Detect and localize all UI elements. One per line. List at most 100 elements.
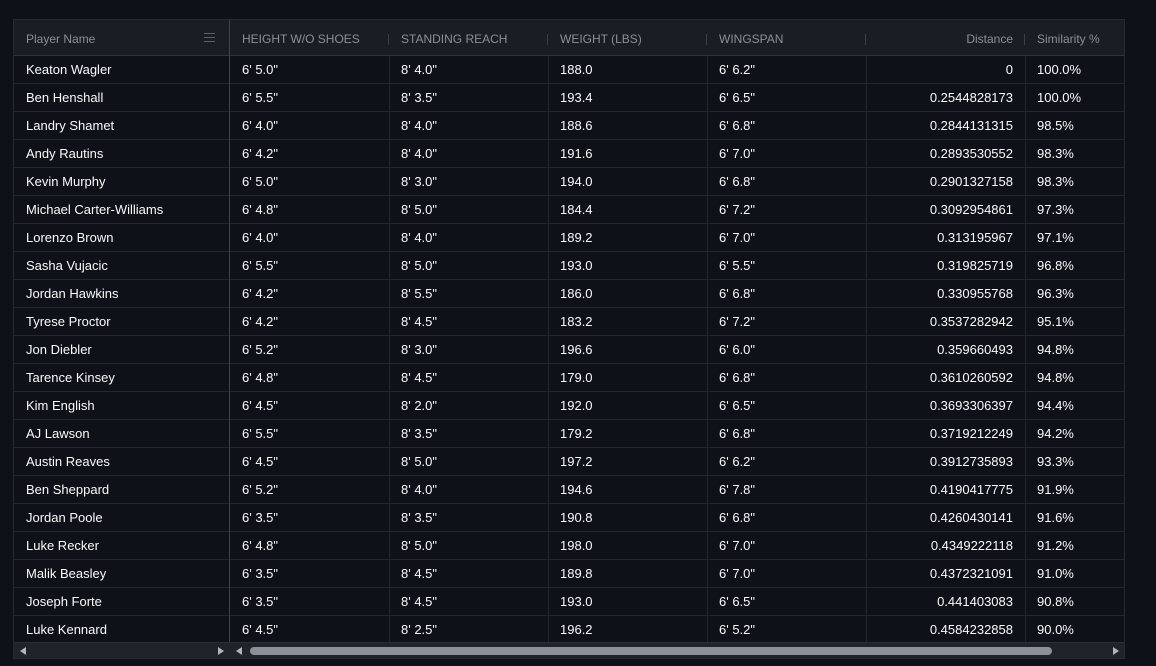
cell-height[interactable]: 6' 4.2"	[230, 280, 389, 307]
menu-icon[interactable]	[204, 33, 215, 43]
cell-weight[interactable]: 197.2	[548, 448, 707, 475]
cell-height[interactable]: 6' 4.2"	[230, 140, 389, 167]
cell-height[interactable]: 6' 4.8"	[230, 196, 389, 223]
cell-similarity[interactable]: 91.6%	[1025, 504, 1124, 531]
cell-wingspan[interactable]: 6' 7.0"	[707, 560, 866, 587]
cell-reach[interactable]: 8' 4.5"	[389, 560, 548, 587]
cell-name[interactable]: Luke Kennard	[14, 616, 229, 643]
cell-similarity[interactable]: 100.0%	[1025, 84, 1124, 111]
cell-weight[interactable]: 179.2	[548, 420, 707, 447]
cell-wingspan[interactable]: 6' 6.8"	[707, 504, 866, 531]
table-row[interactable]: Jon Diebler 6' 5.2" 8' 3.0" 196.6 6' 6.0" 0.3…	[14, 336, 1124, 364]
cell-reach[interactable]: 8' 3.0"	[389, 336, 548, 363]
cell-reach[interactable]: 8' 4.0"	[389, 224, 548, 251]
cell-height[interactable]: 6' 5.0"	[230, 168, 389, 195]
table-row[interactable]: Jordan Hawkins 6' 4.2" 8' 5.5" 186.0 6' 6.8"…	[14, 280, 1124, 308]
cell-similarity[interactable]: 91.0%	[1025, 560, 1124, 587]
cell-reach[interactable]: 8' 3.0"	[389, 168, 548, 195]
cell-wingspan[interactable]: 6' 6.5"	[707, 392, 866, 419]
cell-height[interactable]: 6' 4.0"	[230, 224, 389, 251]
cell-distance[interactable]: 0	[866, 56, 1025, 83]
cell-weight[interactable]: 193.0	[548, 588, 707, 615]
table-row[interactable]: AJ Lawson 6' 5.5" 8' 3.5" 179.2 6' 6.8" 0.371…	[14, 420, 1124, 448]
cell-height[interactable]: 6' 4.8"	[230, 364, 389, 391]
cell-wingspan[interactable]: 6' 6.0"	[707, 336, 866, 363]
cell-weight[interactable]: 183.2	[548, 308, 707, 335]
cell-distance[interactable]: 0.4372321091	[866, 560, 1025, 587]
cell-wingspan[interactable]: 6' 6.8"	[707, 112, 866, 139]
table-row[interactable]: Keaton Wagler 6' 5.0" 8' 4.0" 188.0 6' 6.2" 0…	[14, 56, 1124, 84]
cell-name[interactable]: Luke Recker	[14, 532, 229, 559]
cell-similarity[interactable]: 90.8%	[1025, 588, 1124, 615]
cell-name[interactable]: Ben Sheppard	[14, 476, 229, 503]
cell-similarity[interactable]: 95.1%	[1025, 308, 1124, 335]
column-header-distance[interactable]: Distance	[866, 20, 1025, 56]
cell-name[interactable]: Keaton Wagler	[14, 56, 229, 83]
cell-reach[interactable]: 8' 4.0"	[389, 56, 548, 83]
cell-name[interactable]: Ben Henshall	[14, 84, 229, 111]
column-header-reach[interactable]: STANDING REACH	[389, 20, 548, 56]
table-row[interactable]: Luke Recker 6' 4.8" 8' 5.0" 198.0 6' 7.0" 0.4…	[14, 532, 1124, 560]
cell-weight[interactable]: 188.6	[548, 112, 707, 139]
cell-name[interactable]: Lorenzo Brown	[14, 224, 229, 251]
cell-wingspan[interactable]: 6' 6.2"	[707, 448, 866, 475]
cell-similarity[interactable]: 91.2%	[1025, 532, 1124, 559]
cell-weight[interactable]: 192.0	[548, 392, 707, 419]
cell-distance[interactable]: 0.3610260592	[866, 364, 1025, 391]
cell-reach[interactable]: 8' 5.0"	[389, 448, 548, 475]
cell-wingspan[interactable]: 6' 6.5"	[707, 84, 866, 111]
cell-height[interactable]: 6' 5.2"	[230, 476, 389, 503]
cell-distance[interactable]: 0.441403083	[866, 588, 1025, 615]
cell-distance[interactable]: 0.2844131315	[866, 112, 1025, 139]
cell-weight[interactable]: 194.6	[548, 476, 707, 503]
column-header-weight[interactable]: WEIGHT (LBS)	[548, 20, 707, 56]
cell-name[interactable]: Landry Shamet	[14, 112, 229, 139]
cell-height[interactable]: 6' 4.5"	[230, 616, 389, 643]
cell-weight[interactable]: 196.6	[548, 336, 707, 363]
cell-distance[interactable]: 0.4260430141	[866, 504, 1025, 531]
table-row[interactable]: Kevin Murphy 6' 5.0" 8' 3.0" 194.0 6' 6.8" 0.…	[14, 168, 1124, 196]
cell-name[interactable]: Andy Rautins	[14, 140, 229, 167]
cell-similarity[interactable]: 94.2%	[1025, 420, 1124, 447]
cell-height[interactable]: 6' 5.5"	[230, 252, 389, 279]
cell-name[interactable]: Malik Beasley	[14, 560, 229, 587]
cell-distance[interactable]: 0.313195967	[866, 224, 1025, 251]
cell-reach[interactable]: 8' 4.0"	[389, 476, 548, 503]
cell-wingspan[interactable]: 6' 7.0"	[707, 532, 866, 559]
table-row[interactable]: Austin Reaves 6' 4.5" 8' 5.0" 197.2 6' 6.2" 0…	[14, 448, 1124, 476]
cell-reach[interactable]: 8' 3.5"	[389, 420, 548, 447]
cell-similarity[interactable]: 97.3%	[1025, 196, 1124, 223]
cell-wingspan[interactable]: 6' 7.0"	[707, 224, 866, 251]
cell-weight[interactable]: 198.0	[548, 532, 707, 559]
cell-similarity[interactable]: 98.5%	[1025, 112, 1124, 139]
cell-height[interactable]: 6' 4.0"	[230, 112, 389, 139]
cell-weight[interactable]: 196.2	[548, 616, 707, 643]
cell-height[interactable]: 6' 4.2"	[230, 308, 389, 335]
horizontal-scrollbar[interactable]	[14, 642, 1124, 658]
cell-distance[interactable]: 0.3912735893	[866, 448, 1025, 475]
cell-name[interactable]: Tarence Kinsey	[14, 364, 229, 391]
cell-distance[interactable]: 0.4190417775	[866, 476, 1025, 503]
cell-similarity[interactable]: 96.3%	[1025, 280, 1124, 307]
cell-reach[interactable]: 8' 4.5"	[389, 364, 548, 391]
cell-similarity[interactable]: 98.3%	[1025, 168, 1124, 195]
cell-weight[interactable]: 189.8	[548, 560, 707, 587]
table-row[interactable]: Tyrese Proctor 6' 4.2" 8' 4.5" 183.2 6' 7.2"…	[14, 308, 1124, 336]
table-row[interactable]: Sasha Vujacic 6' 5.5" 8' 5.0" 193.0 6' 5.5" 0…	[14, 252, 1124, 280]
cell-distance[interactable]: 0.319825719	[866, 252, 1025, 279]
cell-height[interactable]: 6' 5.2"	[230, 336, 389, 363]
cell-similarity[interactable]: 91.9%	[1025, 476, 1124, 503]
table-row[interactable]: Malik Beasley 6' 3.5" 8' 4.5" 189.8 6' 7.0" 0…	[14, 560, 1124, 588]
cell-distance[interactable]: 0.4349222118	[866, 532, 1025, 559]
cell-weight[interactable]: 184.4	[548, 196, 707, 223]
cell-name[interactable]: Kim English	[14, 392, 229, 419]
cell-distance[interactable]: 0.3537282942	[866, 308, 1025, 335]
cell-reach[interactable]: 8' 4.5"	[389, 588, 548, 615]
arrow-left-icon[interactable]	[20, 647, 26, 655]
cell-reach[interactable]: 8' 3.5"	[389, 504, 548, 531]
cell-similarity[interactable]: 90.0%	[1025, 616, 1124, 643]
column-header-height[interactable]: HEIGHT W/O SHOES	[230, 20, 389, 56]
cell-wingspan[interactable]: 6' 6.8"	[707, 280, 866, 307]
cell-wingspan[interactable]: 6' 6.5"	[707, 588, 866, 615]
cell-weight[interactable]: 190.8	[548, 504, 707, 531]
